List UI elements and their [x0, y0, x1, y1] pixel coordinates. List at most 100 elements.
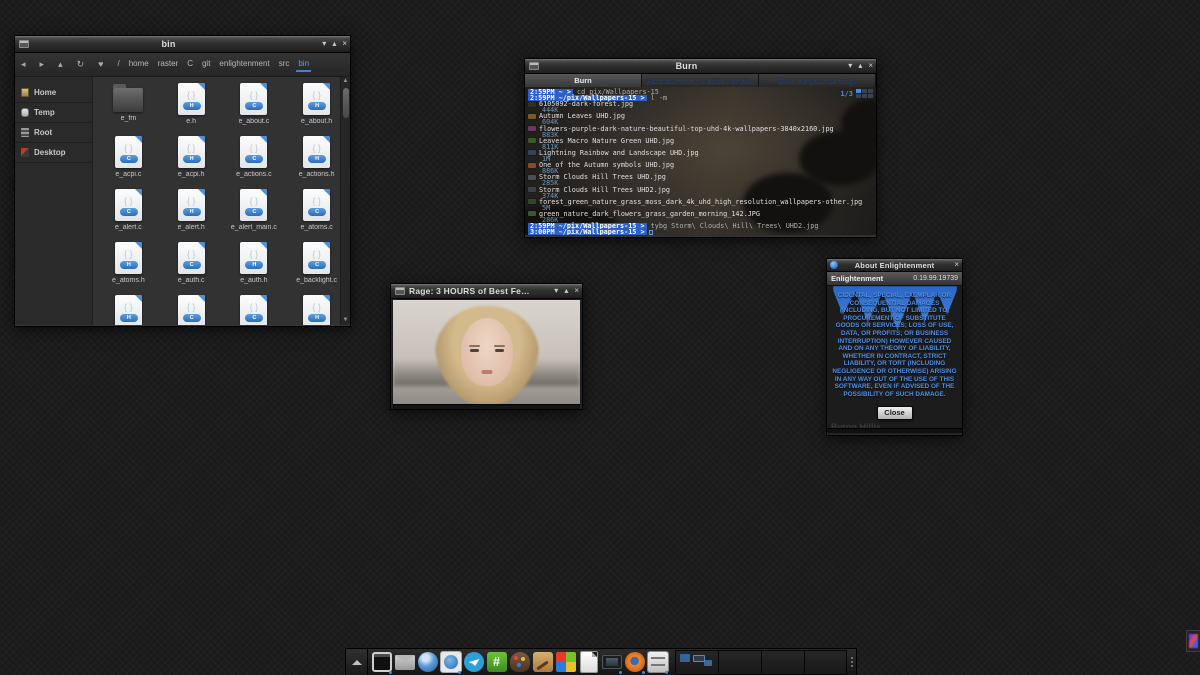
file-item[interactable]: Ce_backlight_ma — [160, 293, 223, 325]
tv-icon[interactable] — [602, 655, 622, 669]
about-titlebar[interactable]: About Enlightenment × — [827, 259, 962, 272]
terminal-body[interactable]: 2:59PM ~ > cd pix/Wallpapers-152:59PM ~/… — [525, 87, 876, 235]
dock-item-chromium[interactable] — [416, 649, 439, 675]
terminal-titlebar[interactable]: Burn ▾ ▴ × — [525, 59, 876, 74]
terminal-tab[interactable]: Burn — [525, 74, 642, 87]
breadcrumb-item-C[interactable]: C — [187, 59, 193, 70]
thunderbird-icon[interactable] — [441, 652, 461, 672]
dock-handle[interactable] — [851, 657, 853, 667]
tab-pager[interactable]: 1/3 — [840, 89, 873, 98]
sidebar-item-desktop[interactable]: Desktop — [15, 143, 92, 163]
dock-item-windows-apps[interactable] — [554, 649, 577, 675]
maximize-icon[interactable]: ▴ — [858, 62, 862, 70]
pager-desk-4[interactable] — [804, 650, 847, 675]
mail-icon[interactable] — [395, 655, 415, 670]
sidebar-item-root[interactable]: Root — [15, 123, 92, 143]
dock-item-mail[interactable] — [393, 649, 416, 675]
file-item[interactable]: Ce_acpi.c — [97, 134, 160, 187]
close-icon[interactable]: × — [868, 62, 873, 70]
refresh-icon[interactable]: ↻ — [77, 60, 85, 69]
back-icon[interactable]: ◂ — [21, 60, 26, 69]
shade-icon[interactable]: ▾ — [322, 40, 326, 48]
file-item[interactable]: Ce_auth.c — [160, 240, 223, 293]
breadcrumb-item-bin[interactable]: bin — [298, 59, 309, 70]
file-item[interactable]: e_fm — [97, 81, 160, 134]
file-item[interactable]: He_atoms.h — [97, 240, 160, 293]
terminology-icon[interactable] — [372, 652, 392, 672]
edge-systray-gadget[interactable] — [1186, 630, 1200, 652]
file-icon: C — [240, 136, 267, 168]
dock-item-text-document[interactable] — [577, 649, 600, 675]
file-item[interactable]: He_about.h — [285, 81, 348, 134]
dock-item-terminology[interactable] — [370, 649, 393, 675]
maximize-icon[interactable]: ▴ — [332, 40, 336, 48]
file-item[interactable]: Ce_bg.c — [223, 293, 286, 325]
shade-icon[interactable]: ▾ — [554, 287, 558, 295]
irc-chat-icon[interactable]: # — [487, 652, 507, 672]
tab-grid-icon[interactable] — [856, 89, 873, 98]
file-item[interactable]: Ce_alert_main.c — [223, 187, 286, 240]
file-item[interactable]: Ce_backlight.c — [285, 240, 348, 293]
breadcrumb-item-/[interactable]: / — [117, 59, 119, 70]
file-cabinet-icon[interactable] — [648, 652, 668, 672]
chromium-icon[interactable] — [418, 652, 438, 672]
sidebar-item-temp[interactable]: Temp — [15, 103, 92, 123]
dock-item-file-cabinet[interactable] — [646, 649, 669, 675]
pager-desk-1[interactable] — [675, 650, 718, 675]
windows-apps-icon[interactable] — [556, 652, 576, 672]
filetype-badge: C — [245, 102, 263, 110]
color-palette-icon[interactable] — [510, 652, 530, 672]
file-item[interactable]: He_backlight.h — [97, 293, 160, 325]
file-item[interactable]: Ce_atoms.c — [285, 187, 348, 240]
firefox-icon[interactable] — [625, 652, 645, 672]
close-button[interactable]: Close — [877, 406, 913, 420]
file-item[interactable]: Ce_about.c — [223, 81, 286, 134]
close-icon[interactable]: × — [342, 40, 347, 48]
fileman-titlebar[interactable]: bin ▾ ▴ × — [15, 36, 350, 53]
sidebar-item-home[interactable]: Home — [15, 83, 92, 103]
file-item[interactable]: Ce_alert.c — [97, 187, 160, 240]
scroll-thumb[interactable] — [343, 88, 349, 118]
dock-item-paint[interactable] — [531, 649, 554, 675]
file-item[interactable]: He_acpi.h — [160, 134, 223, 187]
file-name: e_actions.c — [236, 171, 271, 178]
file-item[interactable]: He_actions.h — [285, 134, 348, 187]
breadcrumb-item-raster[interactable]: raster — [158, 59, 178, 70]
shade-icon[interactable]: ▾ — [848, 62, 852, 70]
breadcrumb-item-git[interactable]: git — [202, 59, 210, 70]
dock-item-color-palette[interactable] — [508, 649, 531, 675]
file-item[interactable]: He.h — [160, 81, 223, 134]
terminal-tab[interactable]: Hard currency, alcohol, or ot... — [642, 74, 759, 87]
video-titlebar[interactable]: Rage: 3 HOURS of Best Female Voc... ▾ ▴ … — [391, 284, 582, 299]
dock-item-thunderbird[interactable] — [439, 649, 462, 675]
file-item[interactable]: He_bg.h — [285, 293, 348, 325]
telegram-icon[interactable] — [464, 652, 484, 672]
breadcrumb-item-home[interactable]: home — [129, 59, 149, 70]
scroll-down-icon[interactable]: ▼ — [343, 316, 349, 325]
scrollbar[interactable]: ▲ ▼ — [340, 77, 350, 325]
dock-item-firefox[interactable] — [623, 649, 646, 675]
dock-item-irc-chat[interactable]: # — [485, 649, 508, 675]
scroll-up-icon[interactable]: ▲ — [343, 77, 349, 86]
dock-item-telegram[interactable] — [462, 649, 485, 675]
up-icon[interactable]: ▴ — [58, 60, 63, 69]
video-frame[interactable] — [393, 300, 580, 404]
favorites-icon[interactable]: ♥ — [98, 60, 103, 69]
dock-item-tv[interactable] — [600, 649, 623, 675]
pager-desk-2[interactable] — [718, 650, 761, 675]
maximize-icon[interactable]: ▴ — [564, 287, 568, 295]
file-item[interactable]: Ce_actions.c — [223, 134, 286, 187]
paint-icon[interactable] — [533, 652, 553, 672]
video-bottom-bar[interactable] — [393, 404, 580, 409]
file-item[interactable]: He_alert.h — [160, 187, 223, 240]
close-icon[interactable]: × — [954, 261, 959, 269]
breadcrumb-item-src[interactable]: src — [279, 59, 290, 70]
dock-expand-button[interactable] — [346, 649, 368, 675]
file-item[interactable]: He_auth.h — [223, 240, 286, 293]
text-document-icon[interactable] — [581, 652, 597, 672]
close-icon[interactable]: × — [574, 287, 579, 295]
forward-icon[interactable]: ▸ — [40, 60, 45, 69]
terminal-tab[interactable]: Give me your herring! — [759, 74, 876, 87]
breadcrumb-item-enlightenment[interactable]: enlightenment — [219, 59, 269, 70]
pager-desk-3[interactable] — [761, 650, 804, 675]
